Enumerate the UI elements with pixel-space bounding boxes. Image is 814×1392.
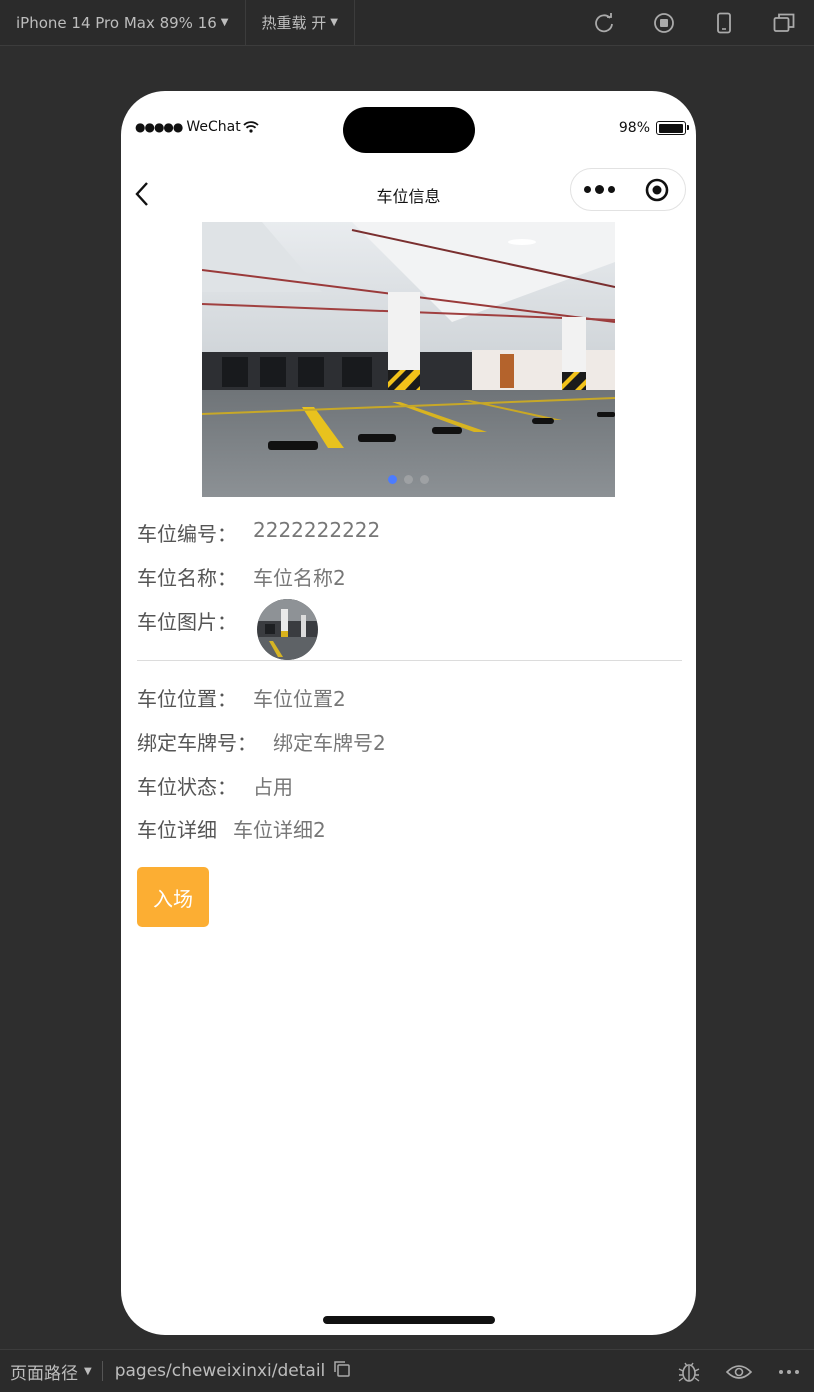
code-row: 车位编号： 2222222222 xyxy=(137,518,380,547)
location-label: 车位位置： xyxy=(137,687,237,711)
status-bar-left: ●●●●● WeChat xyxy=(135,119,259,135)
chevron-down-icon: ▼ xyxy=(220,17,229,28)
refresh-button[interactable] xyxy=(574,0,634,46)
carousel-dot[interactable] xyxy=(420,475,429,484)
home-indicator xyxy=(323,1316,495,1324)
dynamic-island xyxy=(343,107,475,153)
more-options-button[interactable] xyxy=(764,1350,814,1392)
parking-garage-image xyxy=(202,222,615,497)
chevron-down-icon: ▼ xyxy=(84,1365,92,1377)
state-value: 占用 xyxy=(253,775,293,799)
more-icon-dot xyxy=(595,185,604,194)
copy-icon xyxy=(334,1360,351,1377)
window-icon xyxy=(773,13,795,32)
more-button[interactable] xyxy=(571,185,628,194)
refresh-icon xyxy=(595,13,613,33)
code-label: 车位编号： xyxy=(137,522,237,546)
carousel-indicators xyxy=(202,475,615,484)
page-path-bar: 页面路径 ▼ pages/cheweixinxi/detail xyxy=(0,1349,814,1392)
menu-capsule xyxy=(570,168,686,211)
info-row: 车位详细 车位详细2 xyxy=(137,814,326,843)
name-label: 车位名称： xyxy=(137,566,237,590)
carousel-dot[interactable] xyxy=(404,475,413,484)
chevron-down-icon: ▼ xyxy=(330,17,338,28)
more-icon xyxy=(584,186,591,193)
target-icon xyxy=(645,178,668,201)
hot-reload-toggle[interactable]: 热重载 开 ▼ xyxy=(246,0,355,46)
state-row: 车位状态： 占用 xyxy=(137,771,293,800)
phone-preview-button[interactable] xyxy=(694,0,754,46)
preview-button[interactable] xyxy=(714,1350,764,1392)
location-value: 车位位置2 xyxy=(253,687,346,711)
signal-icon: ●●●●● xyxy=(135,120,183,134)
parking-thumbnail-image xyxy=(257,599,318,660)
ellipsis-icon xyxy=(779,1369,799,1374)
status-bar-right: 98% xyxy=(618,120,689,136)
wifi-icon xyxy=(243,121,259,133)
device-label: iPhone 14 Pro Max 89% 16 xyxy=(16,13,217,32)
eye-icon xyxy=(726,1364,752,1379)
copy-path-button[interactable] xyxy=(333,1360,351,1383)
devtools-toolbar: iPhone 14 Pro Max 89% 16 ▼ 热重载 开 ▼ xyxy=(0,0,814,46)
parking-thumbnail[interactable] xyxy=(257,599,318,660)
code-value: 2222222222 xyxy=(253,518,381,542)
plate-row: 绑定车牌号： 绑定车牌号2 xyxy=(137,727,386,756)
image-carousel[interactable] xyxy=(202,222,615,497)
battery-percent: 98% xyxy=(618,120,650,136)
name-row: 车位名称： 车位名称2 xyxy=(137,562,346,591)
name-value: 车位名称2 xyxy=(253,566,346,590)
navigation-bar: 车位信息 xyxy=(121,168,696,220)
enter-button[interactable]: 入场 xyxy=(137,867,209,927)
plate-label: 绑定车牌号： xyxy=(137,731,257,755)
state-label: 车位状态： xyxy=(137,775,237,799)
location-row: 车位位置： 车位位置2 xyxy=(137,683,346,712)
battery-icon xyxy=(656,121,689,135)
image-label: 车位图片： xyxy=(137,610,237,634)
plate-value: 绑定车牌号2 xyxy=(273,731,386,755)
phone-icon xyxy=(717,12,731,34)
divider xyxy=(137,660,682,661)
bug-icon xyxy=(678,1362,700,1382)
stop-icon xyxy=(654,13,674,33)
carousel-dot[interactable] xyxy=(388,475,397,484)
hot-reload-label: 热重载 开 xyxy=(261,14,327,32)
info-label: 车位详细 xyxy=(137,818,217,842)
page-path-label: 页面路径 xyxy=(10,1363,78,1384)
close-miniprogram-button[interactable] xyxy=(628,178,685,202)
device-selector[interactable]: iPhone 14 Pro Max 89% 16 ▼ xyxy=(0,0,246,46)
phone-screen: ●●●●● WeChat 98% 车位信息 车位编号： 2222222222 车… xyxy=(121,91,696,1335)
carrier-label: WeChat xyxy=(186,119,241,135)
page-path-selector[interactable]: 页面路径 ▼ xyxy=(0,1361,103,1384)
page-path-value: pages/cheweixinxi/detail xyxy=(114,1361,326,1381)
detach-window-button[interactable] xyxy=(754,0,814,46)
more-icon-dot xyxy=(608,186,615,193)
info-value: 车位详细2 xyxy=(233,818,326,842)
image-row: 车位图片： xyxy=(137,606,237,635)
battery-fill xyxy=(658,123,683,133)
stop-button[interactable] xyxy=(634,0,694,46)
debug-button[interactable] xyxy=(664,1350,714,1392)
